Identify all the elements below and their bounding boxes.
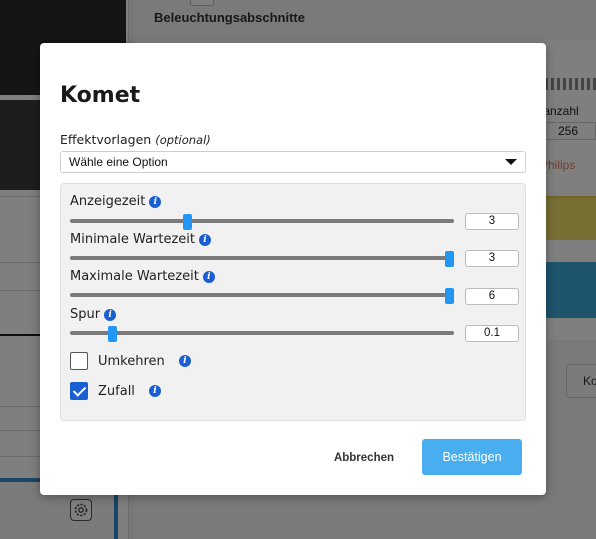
random-label: Zufall (98, 383, 135, 399)
max-wait-label-text: Maximale Wartezeit (70, 269, 199, 284)
trail-input[interactable]: 0.1 (465, 325, 519, 342)
slider-track (70, 293, 454, 297)
slider-thumb[interactable] (108, 326, 117, 342)
min-wait-input[interactable]: 3 (465, 250, 519, 267)
settings-panel: Anzeigezeit i 3 Minimale Wartezeit i 3 M… (60, 183, 526, 421)
display-time-label: Anzeigezeit i (70, 194, 162, 209)
effect-dialog: Komet Effektvorlagen (optional) Wähle ei… (40, 43, 546, 495)
info-icon[interactable]: i (178, 355, 191, 367)
max-wait-label: Maximale Wartezeit i (70, 269, 215, 284)
slider-track (70, 256, 454, 260)
info-icon[interactable]: i (149, 195, 162, 208)
info-icon[interactable]: i (202, 270, 215, 283)
random-row: Zufall i (70, 382, 161, 400)
max-wait-input[interactable]: 6 (465, 288, 519, 305)
preset-optional-note: (optional) (155, 133, 211, 147)
trail-label: Spur i (70, 307, 117, 322)
max-wait-slider[interactable] (70, 288, 454, 304)
preset-selected-value: Wähle eine Option (69, 155, 168, 169)
chevron-down-icon (505, 159, 517, 165)
display-time-label-text: Anzeigezeit (70, 194, 146, 209)
info-icon[interactable]: i (104, 308, 117, 321)
trail-slider[interactable] (70, 326, 454, 342)
display-time-input[interactable]: 3 (465, 213, 519, 230)
preset-label-text: Effektvorlagen (60, 132, 152, 147)
dialog-title: Komet (60, 83, 141, 108)
min-wait-label-text: Minimale Wartezeit (70, 232, 196, 247)
confirm-button[interactable]: Bestätigen (422, 439, 522, 475)
random-checkbox[interactable] (70, 382, 88, 400)
min-wait-slider[interactable] (70, 251, 454, 267)
cancel-button[interactable]: Abbrechen (320, 443, 408, 473)
info-icon[interactable]: i (148, 385, 161, 397)
slider-thumb[interactable] (183, 214, 192, 230)
slider-track (70, 219, 454, 223)
slider-thumb[interactable] (445, 251, 454, 267)
min-wait-label: Minimale Wartezeit i (70, 232, 212, 247)
slider-thumb[interactable] (445, 288, 454, 304)
reverse-row: Umkehren i (70, 352, 191, 370)
preset-select[interactable]: Wähle eine Option (60, 151, 526, 173)
trail-label-text: Spur (70, 307, 101, 322)
preset-label: Effektvorlagen (optional) (60, 132, 211, 147)
display-time-slider[interactable] (70, 214, 454, 230)
reverse-checkbox[interactable] (70, 352, 88, 370)
reverse-label: Umkehren (98, 353, 165, 369)
info-icon[interactable]: i (199, 233, 212, 246)
slider-track (70, 331, 454, 335)
